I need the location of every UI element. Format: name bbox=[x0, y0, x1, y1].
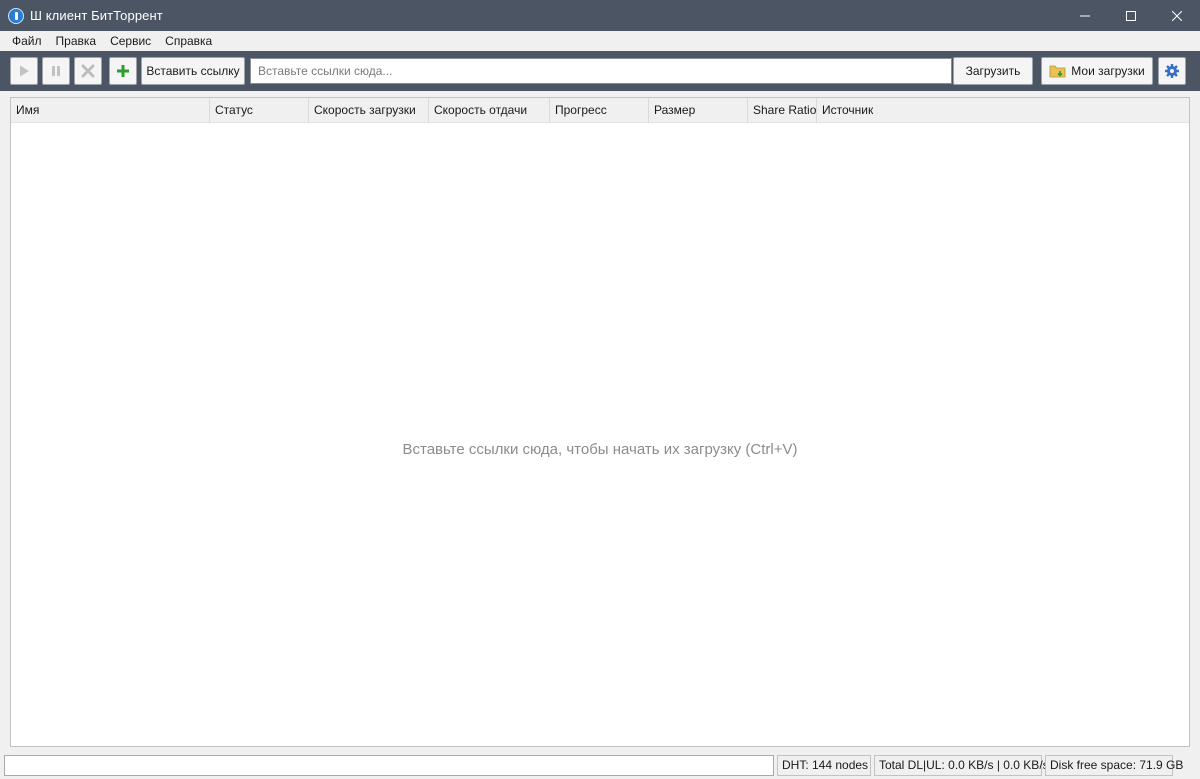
download-button[interactable]: Загрузить bbox=[953, 57, 1033, 85]
column-source[interactable]: Источник bbox=[817, 98, 1189, 123]
status-bar: DHT: 144 nodes Total DL|UL: 0.0 KB/s | 0… bbox=[0, 752, 1200, 779]
column-progress[interactable]: Прогресс bbox=[550, 98, 649, 123]
close-button[interactable] bbox=[1154, 0, 1200, 31]
url-input[interactable] bbox=[250, 58, 952, 84]
pause-icon bbox=[52, 66, 60, 76]
settings-button[interactable] bbox=[1158, 57, 1186, 85]
my-downloads-label: Мои загрузки bbox=[1071, 64, 1145, 78]
column-status[interactable]: Статус bbox=[210, 98, 309, 123]
minimize-button[interactable] bbox=[1062, 0, 1108, 31]
play-icon bbox=[20, 65, 29, 77]
menu-service[interactable]: Сервис bbox=[103, 31, 158, 51]
pause-button[interactable] bbox=[42, 57, 70, 85]
empty-list-hint: Вставьте ссылки сюда, чтобы начать их за… bbox=[402, 441, 798, 458]
column-share-ratio[interactable]: Share Ratio bbox=[748, 98, 817, 123]
plus-icon bbox=[117, 65, 129, 77]
column-name[interactable]: Имя bbox=[11, 98, 210, 123]
my-downloads-button[interactable]: Мои загрузки bbox=[1041, 57, 1153, 85]
add-torrent-button[interactable] bbox=[109, 57, 137, 85]
menu-edit[interactable]: Правка bbox=[49, 31, 104, 51]
window-title: Ш клиент БитТоррент bbox=[30, 8, 163, 23]
window-controls bbox=[1062, 0, 1200, 31]
minimize-icon bbox=[1080, 15, 1090, 16]
app-logo-icon bbox=[8, 7, 24, 24]
status-input[interactable] bbox=[4, 755, 774, 776]
stop-icon bbox=[81, 64, 95, 78]
close-icon bbox=[1172, 10, 1182, 21]
dht-status: DHT: 144 nodes bbox=[777, 755, 871, 776]
main-content: Имя Статус Скорость загрузки Скорость от… bbox=[0, 91, 1200, 752]
maximize-icon bbox=[1126, 10, 1136, 21]
app-window: Ш клиент БитТоррент Файл Правка Сервис С… bbox=[0, 0, 1200, 779]
column-upload-speed[interactable]: Скорость отдачи bbox=[429, 98, 550, 123]
column-download-speed[interactable]: Скорость загрузки bbox=[309, 98, 429, 123]
gear-icon bbox=[1165, 64, 1179, 78]
menu-help[interactable]: Справка bbox=[158, 31, 219, 51]
title-bar[interactable]: Ш клиент БитТоррент bbox=[0, 0, 1200, 31]
torrent-table[interactable]: Имя Статус Скорость загрузки Скорость от… bbox=[10, 97, 1190, 747]
menu-file[interactable]: Файл bbox=[5, 31, 49, 51]
start-button[interactable] bbox=[10, 57, 38, 85]
column-size[interactable]: Размер bbox=[649, 98, 748, 123]
maximize-button[interactable] bbox=[1108, 0, 1154, 31]
remove-button[interactable] bbox=[74, 57, 102, 85]
menu-bar: Файл Правка Сервис Справка bbox=[0, 31, 1200, 51]
table-header: Имя Статус Скорость загрузки Скорость от… bbox=[11, 98, 1189, 123]
folder-icon bbox=[1049, 65, 1066, 78]
toolbar: Вставить ссылку Загрузить Мои загрузки bbox=[0, 51, 1200, 91]
paste-link-button[interactable]: Вставить ссылку bbox=[141, 57, 245, 85]
transfer-rate-status: Total DL|UL: 0.0 KB/s | 0.0 KB/s bbox=[874, 755, 1049, 776]
disk-space-status: Disk free space: 71.9 GB bbox=[1045, 755, 1183, 776]
